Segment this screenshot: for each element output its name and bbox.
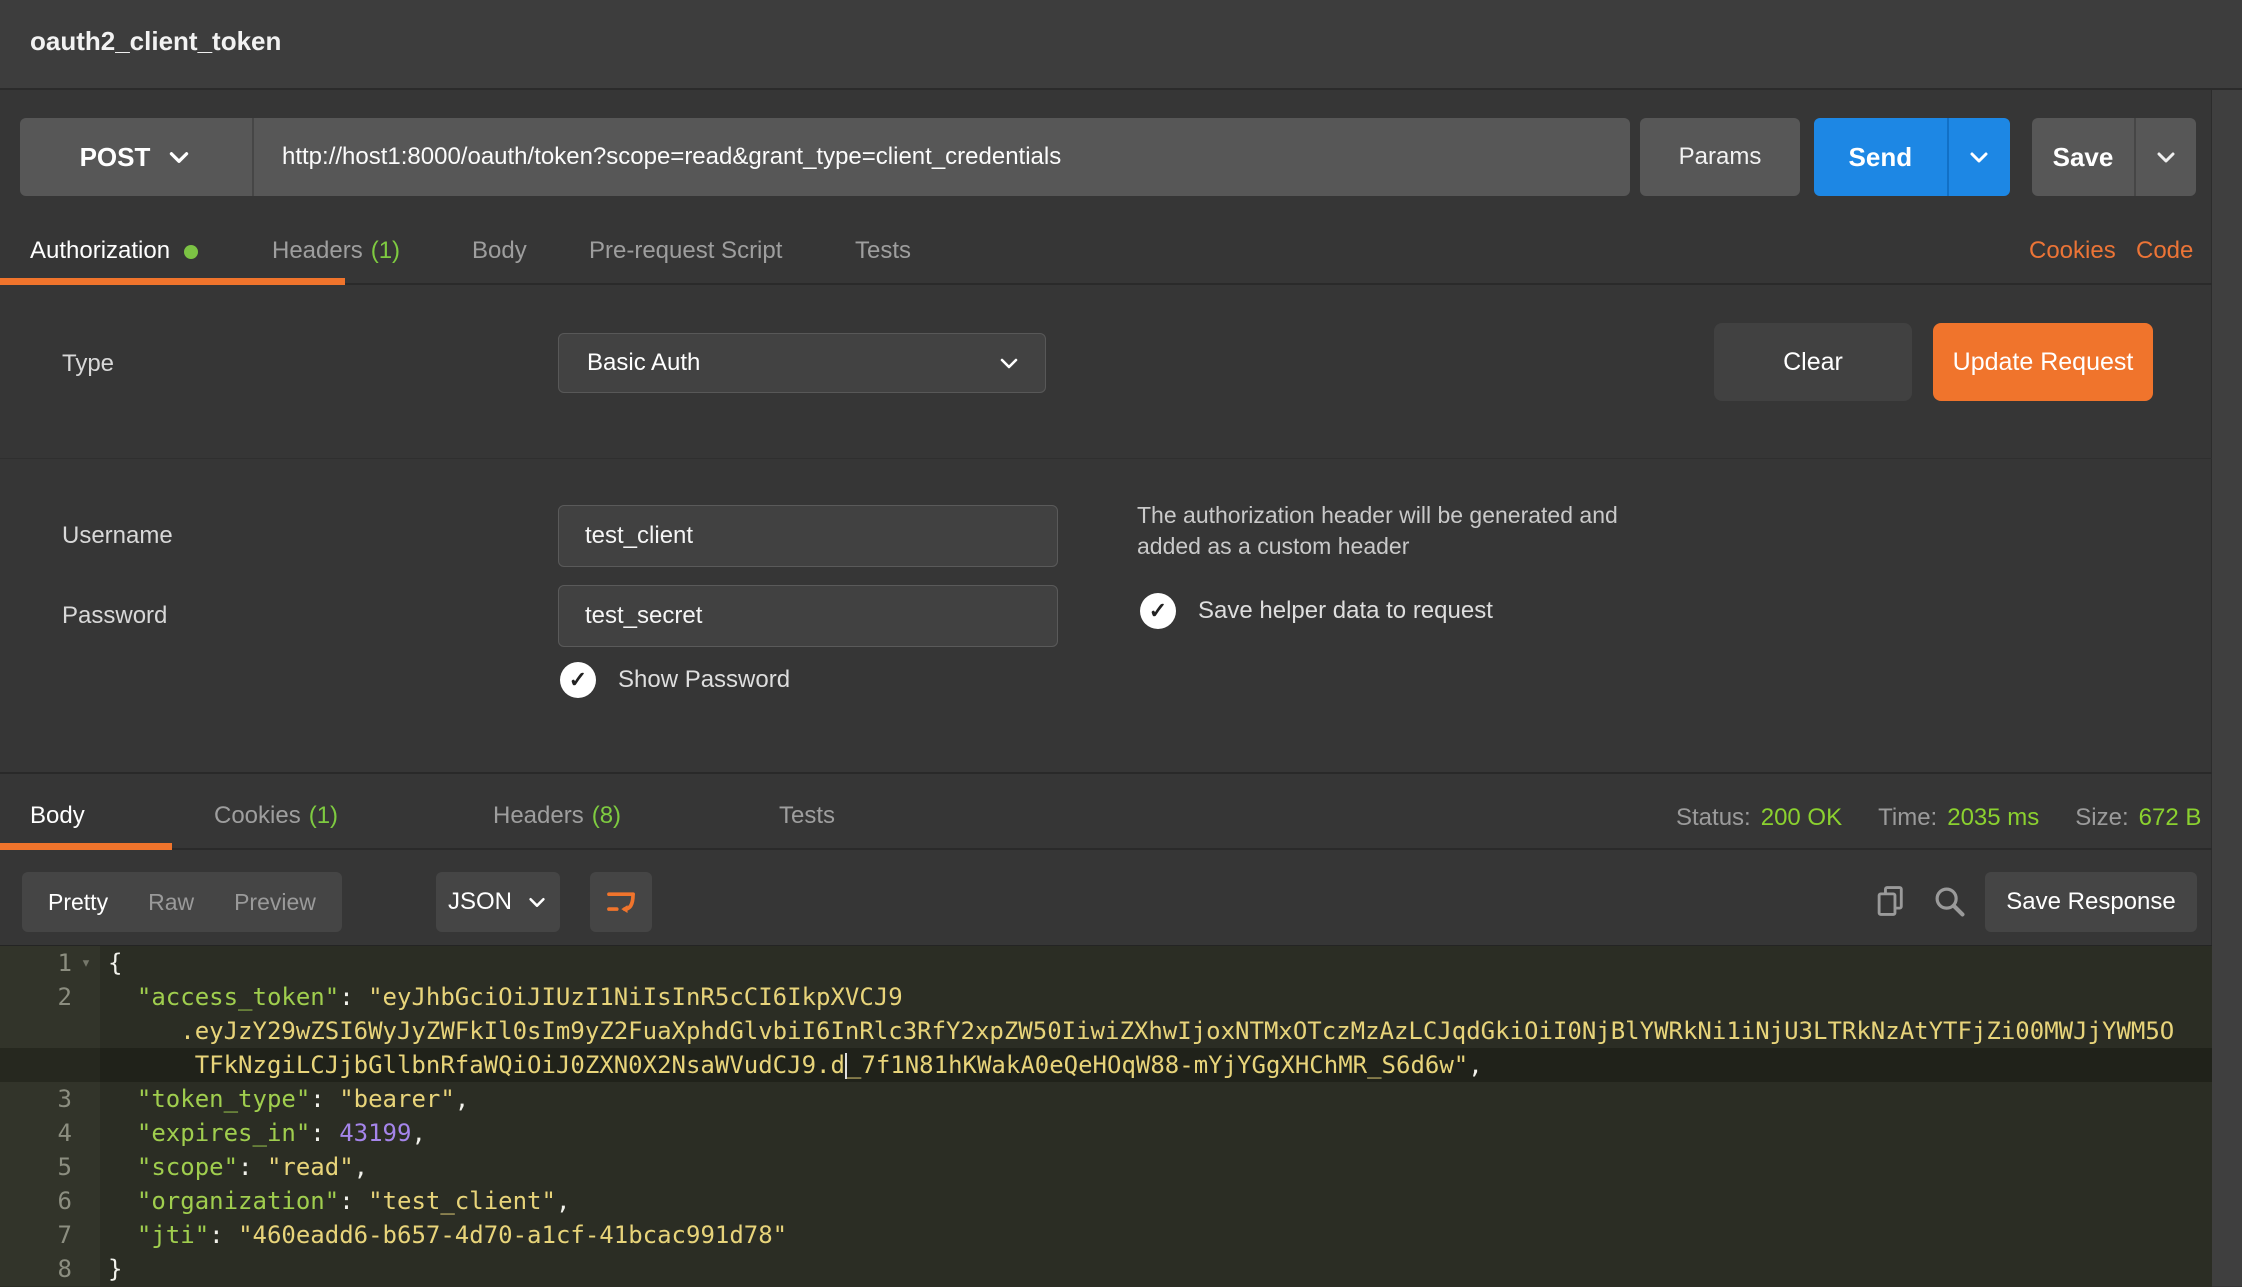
view-mode-preview[interactable]: Preview [234, 889, 316, 916]
method-label: POST [80, 142, 151, 173]
code-line[interactable]: .eyJzY29wZSI6WyJyZWFkIl0sIm9yZ2FuaXphdGl… [0, 1014, 2212, 1048]
code-line[interactable]: 2 "access_token": "eyJhbGciOiJIUzI1NiIsI… [0, 980, 2212, 1014]
view-mode-pretty[interactable]: Pretty [48, 889, 108, 916]
word-wrap-button[interactable] [590, 872, 652, 932]
show-password-label: Show Password [618, 666, 790, 694]
tab-pre-request-script[interactable]: Pre-request Script [589, 237, 782, 265]
titlebar: oauth2_client_token [0, 0, 2242, 90]
view-mode-raw[interactable]: Raw [148, 889, 194, 916]
auth-type-value: Basic Auth [587, 349, 700, 377]
tab-headers-count: (1) [371, 237, 400, 264]
status-value: 200 OK [1761, 804, 1842, 832]
chevron-down-icon [526, 891, 548, 913]
url-bar: POST http://host1:8000/oauth/token?scope… [20, 118, 1630, 196]
tab-headers-label: Headers [272, 237, 363, 264]
response-tab-headers[interactable]: Headers (8) [493, 802, 621, 830]
code-lines: 1▾{2 "access_token": "eyJhbGciOiJIUzI1Ni… [0, 946, 2212, 1286]
send-options-button[interactable] [1947, 118, 2010, 196]
cookies-link[interactable]: Cookies [2029, 237, 2116, 265]
save-button-group: Save [2032, 118, 2196, 196]
show-password-checkbox[interactable]: ✓ Show Password [560, 662, 790, 698]
response-tab-tests[interactable]: Tests [779, 802, 835, 830]
chevron-down-icon [997, 351, 1021, 375]
chevron-down-icon [1967, 145, 1991, 169]
size-label: Size: [2075, 804, 2128, 832]
active-tab-underline [0, 278, 345, 285]
response-tabs: Body Cookies (1) Headers (8) Tests Status:… [0, 790, 2212, 850]
send-button[interactable]: Send [1814, 118, 1947, 196]
response-divider [0, 772, 2212, 774]
code-link[interactable]: Code [2136, 237, 2193, 265]
response-tab-headers-label: Headers [493, 802, 584, 829]
view-mode-switcher: Pretty Raw Preview [22, 872, 342, 932]
tab-body[interactable]: Body [472, 237, 527, 265]
tab-authorization-label: Authorization [30, 237, 170, 264]
copy-response-button[interactable] [1872, 882, 1910, 920]
response-status-line: Status: 200 OK Time: 2035 ms Size: 672 B [1676, 804, 2201, 832]
chevron-down-icon [2154, 145, 2178, 169]
auth-type-select[interactable]: Basic Auth [558, 333, 1046, 393]
status-label: Status: [1676, 804, 1751, 832]
fold-caret-icon[interactable]: ▾ [72, 946, 100, 980]
auth-helper-note: The authorization header will be generat… [1137, 500, 1649, 562]
code-line[interactable]: 7 "jti": "460eadd6-b657-4d70-a1cf-41bcac… [0, 1218, 2212, 1252]
chevron-down-icon [166, 144, 192, 170]
code-line[interactable]: 5 "scope": "read", [0, 1150, 2212, 1184]
clear-button[interactable]: Clear [1714, 323, 1912, 401]
save-helper-checkbox[interactable]: ✓ Save helper data to request [1140, 593, 1493, 629]
code-line[interactable]: TFkNzgiLCJjbGllbnRfaWQiOiJ0ZXN0X2NsaWVud… [0, 1048, 2212, 1082]
code-line[interactable]: 8} [0, 1252, 2212, 1286]
username-field[interactable] [558, 505, 1058, 567]
url-text: http://host1:8000/oauth/token?scope=read… [282, 143, 1061, 171]
method-dropdown[interactable]: POST [20, 118, 254, 196]
response-tab-cookies[interactable]: Cookies (1) [214, 802, 338, 830]
save-options-button[interactable] [2134, 118, 2196, 196]
response-cookies-count: (1) [309, 802, 338, 829]
response-format-select[interactable]: JSON [436, 872, 560, 932]
checkmark-icon: ✓ [560, 662, 596, 698]
copy-icon [1872, 882, 1910, 920]
search-response-button[interactable] [1930, 882, 1968, 920]
response-headers-count: (8) [592, 802, 621, 829]
code-line[interactable]: 3 "token_type": "bearer", [0, 1082, 2212, 1116]
tab-tests[interactable]: Tests [855, 237, 911, 265]
section-divider [0, 458, 2212, 459]
word-wrap-icon [604, 885, 638, 919]
type-label: Type [62, 350, 114, 378]
username-label: Username [62, 522, 173, 550]
time-label: Time: [1878, 804, 1937, 832]
checkmark-icon: ✓ [1140, 593, 1176, 629]
save-response-button[interactable]: Save Response [1985, 872, 2197, 932]
url-input[interactable]: http://host1:8000/oauth/token?scope=read… [254, 118, 1630, 196]
save-helper-label: Save helper data to request [1198, 597, 1493, 625]
auth-configured-dot [184, 245, 198, 259]
request-tabs: Authorization Headers (1) Body Pre-reques… [0, 225, 2212, 285]
active-tab-underline [0, 843, 172, 850]
scrollbar-track[interactable] [2211, 90, 2242, 1286]
update-request-button[interactable]: Update Request [1933, 323, 2153, 401]
response-tab-body[interactable]: Body [30, 802, 85, 830]
response-format-value: JSON [448, 888, 512, 916]
password-field[interactable] [558, 585, 1058, 647]
tab-authorization[interactable]: Authorization [30, 237, 198, 265]
request-tab-title: oauth2_client_token [30, 26, 281, 57]
tab-headers[interactable]: Headers (1) [272, 237, 400, 265]
response-body-editor[interactable]: 1▾{2 "access_token": "eyJhbGciOiJIUzI1Ni… [0, 945, 2212, 1287]
time-value: 2035 ms [1947, 804, 2039, 832]
params-button[interactable]: Params [1640, 118, 1800, 196]
code-line[interactable]: 6 "organization": "test_client", [0, 1184, 2212, 1218]
save-button[interactable]: Save [2032, 118, 2134, 196]
code-line[interactable]: 4 "expires_in": 43199, [0, 1116, 2212, 1150]
password-label: Password [62, 602, 167, 630]
send-button-group: Send [1814, 118, 2010, 196]
response-tab-cookies-label: Cookies [214, 802, 301, 829]
code-line[interactable]: 1▾{ [0, 946, 2212, 980]
size-value: 672 B [2139, 804, 2202, 832]
search-icon [1930, 882, 1968, 920]
